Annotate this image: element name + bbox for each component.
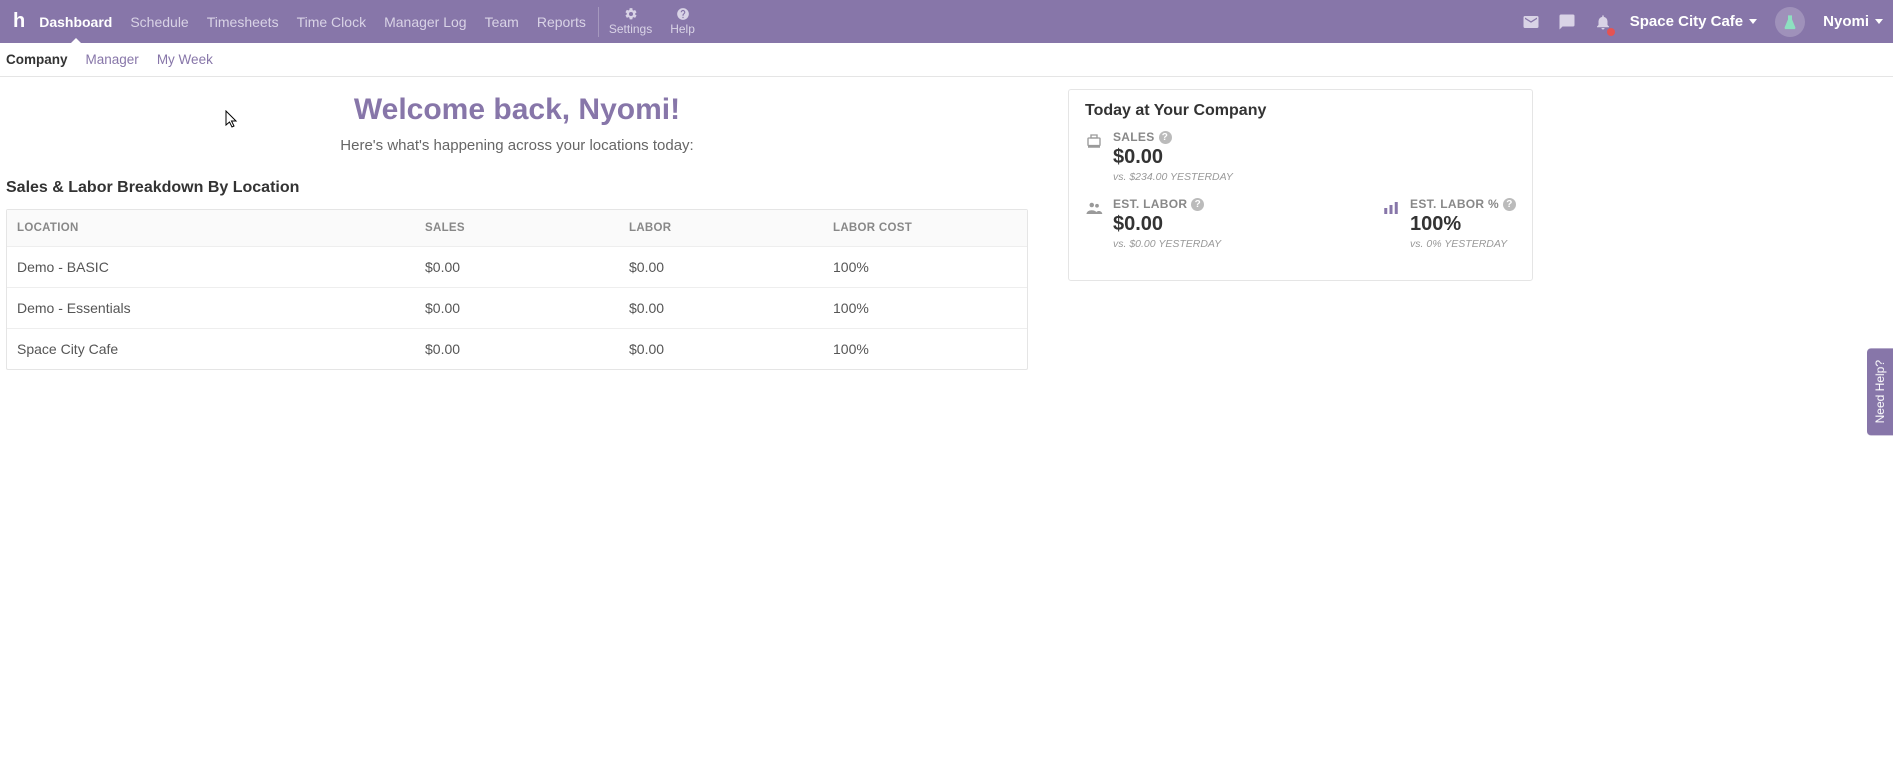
user-menu[interactable]: Nyomi [1823, 13, 1883, 30]
envelope-icon [1522, 13, 1540, 31]
company-selector[interactable]: Space City Cafe [1630, 13, 1757, 30]
nav-team[interactable]: Team [483, 0, 521, 43]
metric-sales: SALES? $0.00 vs. $234.00 YESTERDAY [1085, 130, 1233, 183]
gear-icon [624, 7, 638, 21]
welcome-subtitle: Here's what's happening across your loca… [6, 137, 1028, 154]
location-link[interactable]: Demo - BASIC [7, 247, 415, 287]
cell-labor-cost: 100% [823, 329, 1027, 369]
nav-help[interactable]: Help [670, 7, 695, 36]
need-help-tab[interactable]: Need Help? [1867, 348, 1893, 435]
cell-labor-cost: 100% [823, 247, 1027, 287]
people-icon [1085, 199, 1103, 250]
bar-chart-icon [1382, 199, 1400, 250]
th-labor-cost: LABOR COST [823, 210, 1027, 246]
location-link[interactable]: Space City Cafe [7, 329, 415, 369]
nav-settings-label: Settings [609, 23, 652, 36]
caret-down-icon [1749, 19, 1757, 24]
nav-divider [598, 7, 599, 37]
nav-reports[interactable]: Reports [535, 0, 588, 43]
nav-time-clock[interactable]: Time Clock [295, 0, 369, 43]
notification-dot [1607, 28, 1615, 36]
th-sales: SALES [415, 210, 619, 246]
help-icon[interactable]: ? [1159, 131, 1172, 144]
avatar[interactable] [1775, 7, 1805, 37]
nav-timesheets[interactable]: Timesheets [205, 0, 281, 43]
nav-items: Dashboard Schedule Timesheets Time Clock… [37, 0, 588, 43]
main: Welcome back, Nyomi! Here's what's happe… [0, 77, 1893, 370]
nav-dashboard[interactable]: Dashboard [37, 0, 114, 43]
section-title: Sales & Labor Breakdown By Location [6, 179, 1028, 197]
subnav-company[interactable]: Company [6, 52, 68, 67]
notifications-button[interactable] [1594, 13, 1612, 31]
metric-label: EST. LABOR [1113, 197, 1187, 211]
logo[interactable]: h [13, 10, 25, 33]
metric-label: EST. LABOR % [1410, 197, 1499, 211]
main-left: Welcome back, Nyomi! Here's what's happe… [6, 89, 1028, 370]
metric-sub: vs. $0.00 YESTERDAY [1113, 238, 1221, 250]
caret-down-icon [1875, 19, 1883, 24]
location-link[interactable]: Demo - Essentials [7, 288, 415, 328]
nav-manager-log[interactable]: Manager Log [382, 0, 469, 43]
top-nav: h Dashboard Schedule Timesheets Time Clo… [0, 0, 1893, 43]
cell-sales: $0.00 [415, 288, 619, 328]
cell-labor: $0.00 [619, 247, 823, 287]
cell-labor: $0.00 [619, 329, 823, 369]
register-icon [1085, 132, 1103, 183]
metric-value: $0.00 [1113, 213, 1221, 236]
cell-labor-cost: 100% [823, 288, 1027, 328]
metric-value: 100% [1410, 213, 1516, 236]
subnav-manager[interactable]: Manager [86, 52, 139, 67]
main-right: Today at Your Company SALES? $0.00 vs. $… [1068, 89, 1553, 370]
flask-icon [1782, 14, 1798, 30]
table-row: Demo - Essentials $0.00 $0.00 100% [7, 288, 1027, 329]
subnav-my-week[interactable]: My Week [157, 52, 213, 67]
metric-sub: vs. 0% YESTERDAY [1410, 238, 1516, 250]
welcome-title: Welcome back, Nyomi! [6, 93, 1028, 127]
metric-sub: vs. $234.00 YESTERDAY [1113, 171, 1233, 183]
help-icon [676, 7, 690, 21]
help-icon[interactable]: ? [1191, 198, 1204, 211]
today-card: Today at Your Company SALES? $0.00 vs. $… [1068, 89, 1533, 281]
nav-settings[interactable]: Settings [609, 7, 652, 36]
sub-nav: Company Manager My Week [0, 43, 1893, 77]
location-table: LOCATION SALES LABOR LABOR COST Demo - B… [6, 209, 1028, 370]
chat-button[interactable] [1558, 13, 1576, 31]
nav-schedule[interactable]: Schedule [128, 0, 190, 43]
welcome: Welcome back, Nyomi! Here's what's happe… [6, 93, 1028, 154]
company-name: Space City Cafe [1630, 13, 1743, 30]
th-location: LOCATION [7, 210, 415, 246]
messages-button[interactable] [1522, 13, 1540, 31]
metric-est-labor: EST. LABOR? $0.00 vs. $0.00 YESTERDAY [1085, 197, 1221, 250]
table-header: LOCATION SALES LABOR LABOR COST [7, 210, 1027, 247]
help-icon[interactable]: ? [1503, 198, 1516, 211]
metric-est-labor-pct: EST. LABOR %? 100% vs. 0% YESTERDAY [1382, 197, 1516, 250]
today-title: Today at Your Company [1085, 102, 1516, 120]
cell-sales: $0.00 [415, 247, 619, 287]
user-name: Nyomi [1823, 13, 1869, 30]
nav-right: Space City Cafe Nyomi [1522, 7, 1883, 37]
cell-labor: $0.00 [619, 288, 823, 328]
table-row: Space City Cafe $0.00 $0.00 100% [7, 329, 1027, 369]
nav-help-label: Help [670, 23, 695, 36]
chat-icon [1558, 13, 1576, 31]
metric-value: $0.00 [1113, 146, 1233, 169]
metric-label: SALES [1113, 130, 1155, 144]
table-row: Demo - BASIC $0.00 $0.00 100% [7, 247, 1027, 288]
th-labor: LABOR [619, 210, 823, 246]
cell-sales: $0.00 [415, 329, 619, 369]
